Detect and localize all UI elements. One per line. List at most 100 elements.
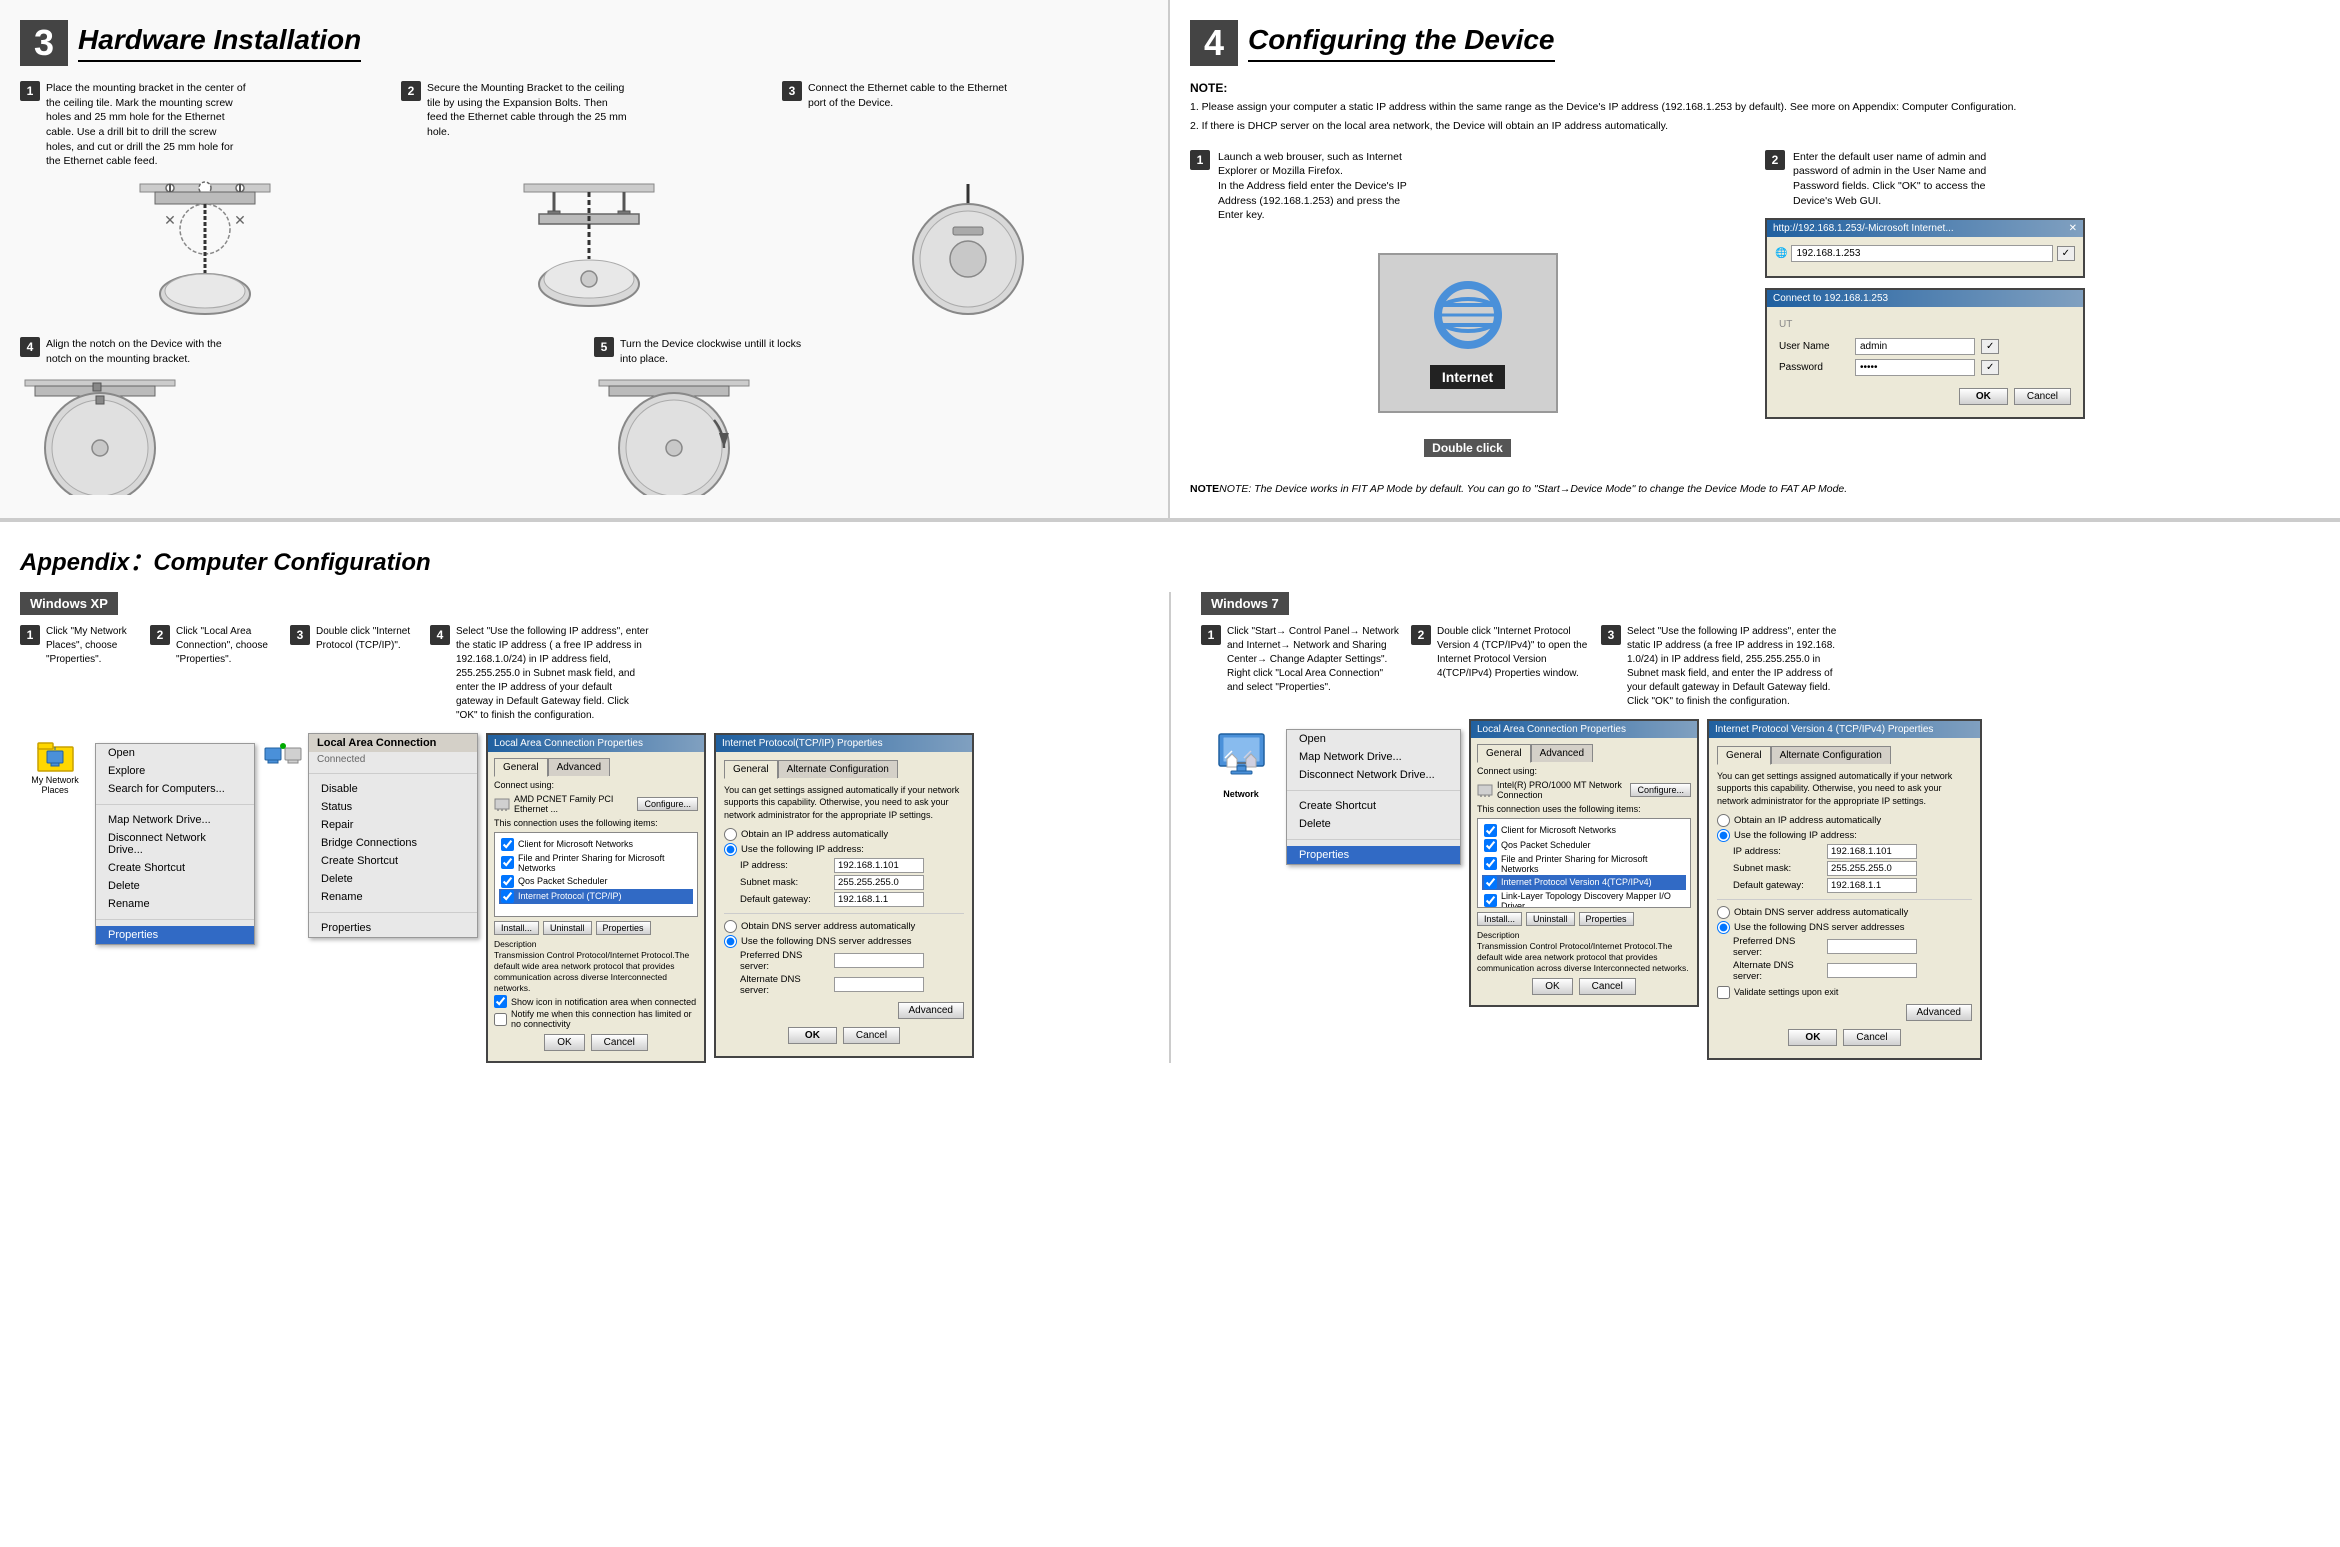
ctx-disconnect[interactable]: Disconnect Network Drive...	[96, 829, 254, 859]
dns-static-radio[interactable]: Use the following DNS server addresses	[724, 935, 964, 948]
win7-ip-input[interactable]	[1827, 844, 1917, 859]
w7-ctx-map[interactable]: Map Network Drive...	[1287, 748, 1460, 766]
ie-browser-icon[interactable]: Internet	[1378, 253, 1558, 413]
w7-ctx-shortcut[interactable]: Create Shortcut	[1287, 797, 1460, 815]
list-item-tcpip[interactable]: Internet Protocol (TCP/IP)	[499, 889, 693, 904]
win7-alternate-input[interactable]	[1827, 963, 1917, 978]
ctx-rename[interactable]: Rename	[96, 895, 254, 913]
win7-configure-button[interactable]: Configure...	[1630, 783, 1691, 797]
fpsharing-checkbox[interactable]	[501, 856, 514, 869]
xp-advanced-button[interactable]: Advanced	[898, 1002, 964, 1019]
win7-ip-cancel-button[interactable]: Cancel	[1843, 1029, 1900, 1046]
ip-static-radio[interactable]: Use the following IP address:	[724, 843, 964, 856]
dns-auto-input[interactable]	[724, 920, 737, 933]
la-shortcut[interactable]: Create Shortcut	[309, 852, 477, 870]
ctx-delete[interactable]: Delete	[96, 877, 254, 895]
ip-auto-input[interactable]	[724, 828, 737, 841]
w7-ctx-delete[interactable]: Delete	[1287, 815, 1460, 833]
w7-ipv4-check[interactable]	[1484, 876, 1497, 889]
ip-auto-radio[interactable]: Obtain an IP address automatically	[724, 828, 964, 841]
w7-ctx-properties[interactable]: Properties	[1287, 846, 1460, 864]
win7-list-qos[interactable]: Qos Packet Scheduler	[1482, 838, 1686, 853]
win7-cancel-button[interactable]: Cancel	[1579, 978, 1636, 995]
ctx-map[interactable]: Map Network Drive...	[96, 811, 254, 829]
ip-tab-alternate[interactable]: Alternate Configuration	[778, 760, 898, 778]
ip-subnet-input[interactable]	[834, 875, 924, 890]
win7-dns-static-input[interactable]	[1717, 921, 1730, 934]
tcpip-checkbox[interactable]	[501, 890, 514, 903]
la-status-item[interactable]: Status	[309, 798, 477, 816]
win7-dns-auto-input[interactable]	[1717, 906, 1730, 919]
win7-subnet-input[interactable]	[1827, 861, 1917, 876]
la-properties[interactable]: Properties	[309, 919, 477, 937]
win7-preferred-input[interactable]	[1827, 939, 1917, 954]
ip-gw-input[interactable]	[834, 892, 924, 907]
qos-checkbox[interactable]	[501, 875, 514, 888]
win7-ip-auto-input[interactable]	[1717, 814, 1730, 827]
w7-client-check[interactable]	[1484, 824, 1497, 837]
username-input[interactable]	[1855, 338, 1975, 355]
ctx-explore[interactable]: Explore	[96, 762, 254, 780]
uninstall-button[interactable]: Uninstall	[543, 921, 592, 935]
la-tab-advanced[interactable]: Advanced	[548, 758, 610, 776]
la-delete[interactable]: Delete	[309, 870, 477, 888]
win7-list-fpsharing[interactable]: File and Printer Sharing for Microsoft N…	[1482, 853, 1686, 875]
my-network-places-icon[interactable]: My Network Places	[20, 733, 90, 795]
notify-check[interactable]: Notify me when this connection has limit…	[494, 1009, 698, 1029]
win7-dns-auto[interactable]: Obtain DNS server address automatically	[1717, 906, 1972, 919]
win7-ip-tab-general[interactable]: General	[1717, 746, 1771, 765]
win7-ip-static-input[interactable]	[1717, 829, 1730, 842]
win7-gw-input[interactable]	[1827, 878, 1917, 893]
ctx-open[interactable]: Open	[96, 744, 254, 762]
w7-ctx-disconnect[interactable]: Disconnect Network Drive...	[1287, 766, 1460, 784]
ctx-search[interactable]: Search for Computers...	[96, 780, 254, 798]
client-checkbox[interactable]	[501, 838, 514, 851]
win7-ip-tab-alternate[interactable]: Alternate Configuration	[1771, 746, 1891, 764]
w7-fpsharing-check[interactable]	[1484, 857, 1497, 870]
la-disable[interactable]: Disable	[309, 780, 477, 798]
win7-ip-ok-button[interactable]: OK	[1788, 1029, 1837, 1046]
la-bridge[interactable]: Bridge Connections	[309, 834, 477, 852]
ctx-properties[interactable]: Properties	[96, 926, 254, 944]
alternate-dns-input[interactable]	[834, 977, 924, 992]
show-icon-check[interactable]: Show icon in notification area when conn…	[494, 995, 698, 1008]
ip-static-input[interactable]	[724, 843, 737, 856]
preferred-dns-input[interactable]	[834, 953, 924, 968]
win7-validate-check[interactable]: Validate settings upon exit	[1717, 986, 1972, 999]
win7-list-client[interactable]: Client for Microsoft Networks	[1482, 823, 1686, 838]
password-input[interactable]	[1855, 359, 1975, 376]
win7-properties-btn[interactable]: Properties	[1579, 912, 1634, 926]
win7-ip-auto[interactable]: Obtain an IP address automatically	[1717, 814, 1972, 827]
configure-button[interactable]: Configure...	[637, 797, 698, 811]
w7-mapper-check[interactable]	[1484, 894, 1497, 907]
win7-uninstall-btn[interactable]: Uninstall	[1526, 912, 1575, 926]
win7-network-icon[interactable]: Network	[1201, 729, 1281, 799]
properties-button[interactable]: Properties	[596, 921, 651, 935]
ip-cancel-button[interactable]: Cancel	[843, 1027, 900, 1044]
win7-list-ipv4[interactable]: Internet Protocol Version 4(TCP/IPv4)	[1482, 875, 1686, 890]
la-tab-general[interactable]: General	[494, 758, 548, 777]
win7-advanced-button[interactable]: Advanced	[1906, 1004, 1972, 1021]
win7-ok-button[interactable]: OK	[1532, 978, 1572, 995]
win7-ip-static[interactable]: Use the following IP address:	[1717, 829, 1972, 842]
list-item-client[interactable]: Client for Microsoft Networks	[499, 837, 693, 852]
la-rename[interactable]: Rename	[309, 888, 477, 906]
install-button[interactable]: Install...	[494, 921, 539, 935]
la-cancel-button[interactable]: Cancel	[591, 1034, 648, 1051]
win7-validate-checkbox[interactable]	[1717, 986, 1730, 999]
show-icon-checkbox[interactable]	[494, 995, 507, 1008]
la-repair[interactable]: Repair	[309, 816, 477, 834]
ctx-shortcut[interactable]: Create Shortcut	[96, 859, 254, 877]
w7-qos-check[interactable]	[1484, 839, 1497, 852]
go-btn[interactable]: ✓	[2057, 246, 2075, 261]
login-cancel-button[interactable]: Cancel	[2014, 388, 2071, 405]
list-item-qos[interactable]: Qos Packet Scheduler	[499, 874, 693, 889]
list-item-fpsharing[interactable]: File and Printer Sharing for Microsoft N…	[499, 852, 693, 874]
win7-la-tab-advanced[interactable]: Advanced	[1531, 744, 1593, 762]
notify-checkbox[interactable]	[494, 1013, 507, 1026]
la-ok-button[interactable]: OK	[544, 1034, 584, 1051]
win7-list-mapper[interactable]: Link-Layer Topology Discovery Mapper I/O…	[1482, 890, 1686, 908]
w7-ctx-open[interactable]: Open	[1287, 730, 1460, 748]
ip-addr-input[interactable]	[834, 858, 924, 873]
dns-auto-radio[interactable]: Obtain DNS server address automatically	[724, 920, 964, 933]
